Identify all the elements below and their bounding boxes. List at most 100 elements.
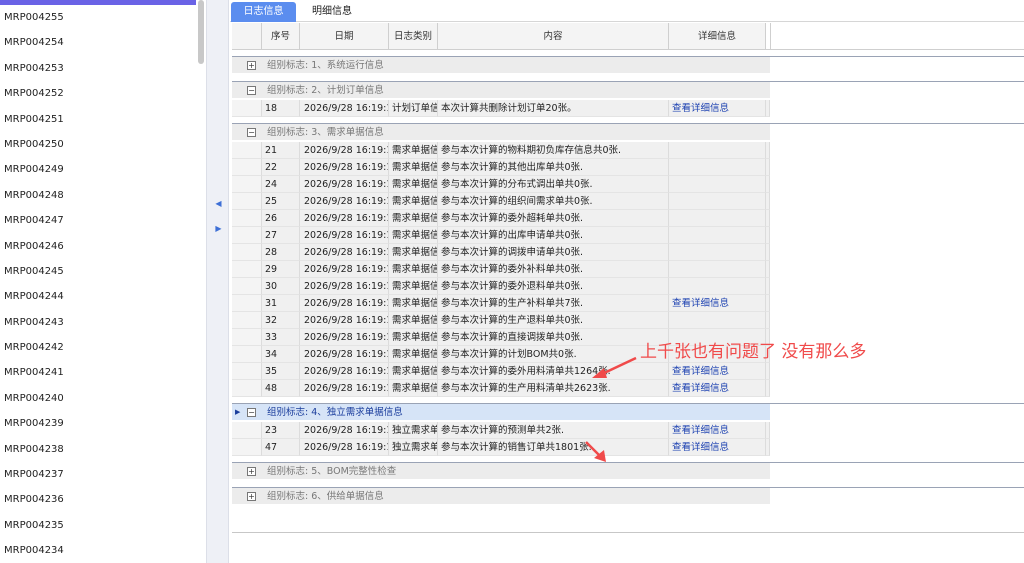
cell-content: 参与本次计算的出库申请单共0张. bbox=[438, 227, 669, 244]
view-detail-link[interactable]: 查看详细信息 bbox=[669, 363, 766, 380]
view-detail-link[interactable]: 查看详细信息 bbox=[669, 295, 766, 312]
cell-filler bbox=[770, 439, 1024, 456]
list-item[interactable]: MRP004244 bbox=[0, 284, 196, 309]
list-item[interactable]: MRP004246 bbox=[0, 234, 196, 259]
table-row[interactable]: 30 2026/9/28 16:19:18 需求单据信 参与本次计算的委外退料单共0张… bbox=[232, 278, 1024, 295]
cell-date: 2026/9/28 16:19:19 bbox=[300, 380, 389, 397]
list-item[interactable]: MRP004249 bbox=[0, 157, 196, 182]
table-row[interactable]: 22 2026/9/28 16:19:18 需求单据信 参与本次计算的其他出库单共0张… bbox=[232, 159, 1024, 176]
list-item[interactable]: MRP004248 bbox=[0, 183, 196, 208]
header-content[interactable]: 内容 bbox=[438, 23, 669, 50]
list-item[interactable]: MRP004253 bbox=[0, 56, 196, 81]
row-indicator bbox=[232, 329, 262, 346]
list-item[interactable]: MRP004250 bbox=[0, 132, 196, 157]
cell-content: 参与本次计算的委外补料单共0张. bbox=[438, 261, 669, 278]
table-row[interactable]: 33 2026/9/28 16:19:19 需求单据信 参与本次计算的直接调拨单共0张… bbox=[232, 329, 1024, 346]
group-row-filler bbox=[770, 81, 1024, 98]
cell-date: 2026/9/28 16:19:18 bbox=[300, 159, 389, 176]
cell-type: 需求单据信 bbox=[389, 380, 438, 397]
list-scrollbar[interactable] bbox=[198, 0, 204, 64]
expand-group-icon[interactable]: + bbox=[247, 61, 256, 70]
collapse-group-icon[interactable]: − bbox=[247, 86, 256, 95]
cell-type: 需求单据信 bbox=[389, 227, 438, 244]
list-item[interactable]: MRP004238 bbox=[0, 437, 196, 462]
cell-date: 2026/9/28 16:19:18 bbox=[300, 210, 389, 227]
table-row[interactable]: 18 2026/9/28 16:19:18 计划订单信 本次计算共删除计划订单20张。… bbox=[232, 100, 1024, 117]
table-row[interactable]: 31 2026/9/28 16:19:19 需求单据信 参与本次计算的生产补料单共7张… bbox=[232, 295, 1024, 312]
header-type[interactable]: 日志类别 bbox=[389, 23, 438, 50]
view-detail-link[interactable]: 查看详细信息 bbox=[669, 422, 766, 439]
table-row[interactable]: 47 2026/9/28 16:19:19 独立需求单 参与本次计算的销售订单共180… bbox=[232, 439, 1024, 456]
group-label: 组别标志: 1、系统运行信息 bbox=[267, 60, 384, 71]
view-detail-link bbox=[669, 159, 766, 176]
cell-date: 2026/9/28 16:19:18 bbox=[300, 176, 389, 193]
list-item[interactable]: MRP004252 bbox=[0, 81, 196, 106]
list-item[interactable]: MRP004236 bbox=[0, 487, 196, 512]
list-item[interactable]: MRP004242 bbox=[0, 335, 196, 360]
list-item[interactable]: MRP004247 bbox=[0, 208, 196, 233]
cell-filler bbox=[770, 193, 1024, 210]
list-item[interactable]: MRP004234 bbox=[0, 538, 196, 563]
group-header[interactable]: + 组别标志: 6、供给单据信息 bbox=[232, 487, 770, 504]
cell-no: 24 bbox=[262, 176, 300, 193]
group-header[interactable]: − 组别标志: 2、计划订单信息 bbox=[232, 81, 770, 98]
cell-filler bbox=[770, 363, 1024, 380]
list-item[interactable]: MRP004255 bbox=[0, 5, 196, 30]
list-item[interactable]: MRP004245 bbox=[0, 259, 196, 284]
header-date[interactable]: 日期 bbox=[300, 23, 389, 50]
cell-type: 需求单据信 bbox=[389, 312, 438, 329]
list-item[interactable]: MRP004254 bbox=[0, 30, 196, 55]
header-detail[interactable]: 详细信息 bbox=[669, 23, 766, 50]
list-item[interactable]: MRP004235 bbox=[0, 513, 196, 538]
expand-group-icon[interactable]: + bbox=[247, 467, 256, 476]
row-indicator bbox=[232, 346, 262, 363]
table-row[interactable]: 28 2026/9/28 16:19:18 需求单据信 参与本次计算的调拨申请单共0张… bbox=[232, 244, 1024, 261]
cell-date: 2026/9/28 16:19:18 bbox=[300, 261, 389, 278]
collapse-left-icon[interactable]: ◀ bbox=[207, 199, 230, 209]
tab-log-info[interactable]: 日志信息 bbox=[231, 2, 296, 22]
group-row-filler bbox=[770, 462, 1024, 479]
table-row[interactable]: 24 2026/9/28 16:19:18 需求单据信 参与本次计算的分布式调出单共0… bbox=[232, 176, 1024, 193]
header-separator bbox=[770, 23, 771, 50]
group-header[interactable]: ▶ − 组别标志: 4、独立需求单据信息 bbox=[232, 403, 770, 420]
table-row[interactable]: 23 2026/9/28 16:19:18 独立需求单 参与本次计算的预测单共2张. 查… bbox=[232, 422, 1024, 439]
collapse-group-icon[interactable]: − bbox=[247, 408, 256, 417]
view-detail-link[interactable]: 查看详细信息 bbox=[669, 100, 766, 117]
cell-no: 33 bbox=[262, 329, 300, 346]
view-detail-link[interactable]: 查看详细信息 bbox=[669, 439, 766, 456]
view-detail-link bbox=[669, 312, 766, 329]
list-item[interactable]: MRP004240 bbox=[0, 386, 196, 411]
table-row[interactable]: 27 2026/9/28 16:19:18 需求单据信 参与本次计算的出库申请单共0张… bbox=[232, 227, 1024, 244]
group-header[interactable]: + 组别标志: 5、BOM完整性检查 bbox=[232, 462, 770, 479]
group-row-filler bbox=[770, 487, 1024, 504]
header-no[interactable]: 序号 bbox=[262, 23, 300, 50]
list-item[interactable]: MRP004251 bbox=[0, 107, 196, 132]
annotation-arrow-2-icon bbox=[585, 441, 606, 462]
row-indicator bbox=[232, 244, 262, 261]
expand-right-icon[interactable]: ▶ bbox=[207, 224, 230, 234]
expand-group-icon[interactable]: + bbox=[247, 492, 256, 501]
list-item[interactable]: MRP004237 bbox=[0, 462, 196, 487]
cell-date: 2026/9/28 16:19:18 bbox=[300, 227, 389, 244]
table-row[interactable]: 25 2026/9/28 16:19:18 需求单据信 参与本次计算的组织间需求单共0… bbox=[232, 193, 1024, 210]
group-header[interactable]: − 组别标志: 3、需求单据信息 bbox=[232, 123, 770, 140]
list-item[interactable]: MRP004241 bbox=[0, 360, 196, 385]
table-row[interactable]: 21 2026/9/28 16:19:18 需求单据信 参与本次计算的物料期初负库存信… bbox=[232, 142, 1024, 159]
table-row[interactable]: 48 2026/9/28 16:19:19 需求单据信 参与本次计算的生产用料清单共2… bbox=[232, 380, 1024, 397]
cell-filler bbox=[770, 227, 1024, 244]
cell-type: 需求单据信 bbox=[389, 278, 438, 295]
cell-date: 2026/9/28 16:19:19 bbox=[300, 295, 389, 312]
table-row[interactable]: 26 2026/9/28 16:19:18 需求单据信 参与本次计算的委外超耗单共0张… bbox=[232, 210, 1024, 227]
tab-detail-info[interactable]: 明细信息 bbox=[304, 2, 360, 22]
panel-splitter[interactable]: ◀ ▶ bbox=[206, 0, 229, 563]
table-row[interactable]: 29 2026/9/28 16:19:18 需求单据信 参与本次计算的委外补料单共0张… bbox=[232, 261, 1024, 278]
collapse-group-icon[interactable]: − bbox=[247, 128, 256, 137]
table-row[interactable]: 32 2026/9/28 16:19:19 需求单据信 参与本次计算的生产退料单共0张… bbox=[232, 312, 1024, 329]
cell-content: 参与本次计算的委外超耗单共0张. bbox=[438, 210, 669, 227]
row-indicator bbox=[232, 227, 262, 244]
list-item[interactable]: MRP004243 bbox=[0, 310, 196, 335]
list-item[interactable]: MRP004239 bbox=[0, 411, 196, 436]
view-detail-link[interactable]: 查看详细信息 bbox=[669, 380, 766, 397]
row-indicator bbox=[232, 159, 262, 176]
group-header[interactable]: + 组别标志: 1、系统运行信息 bbox=[232, 56, 770, 73]
